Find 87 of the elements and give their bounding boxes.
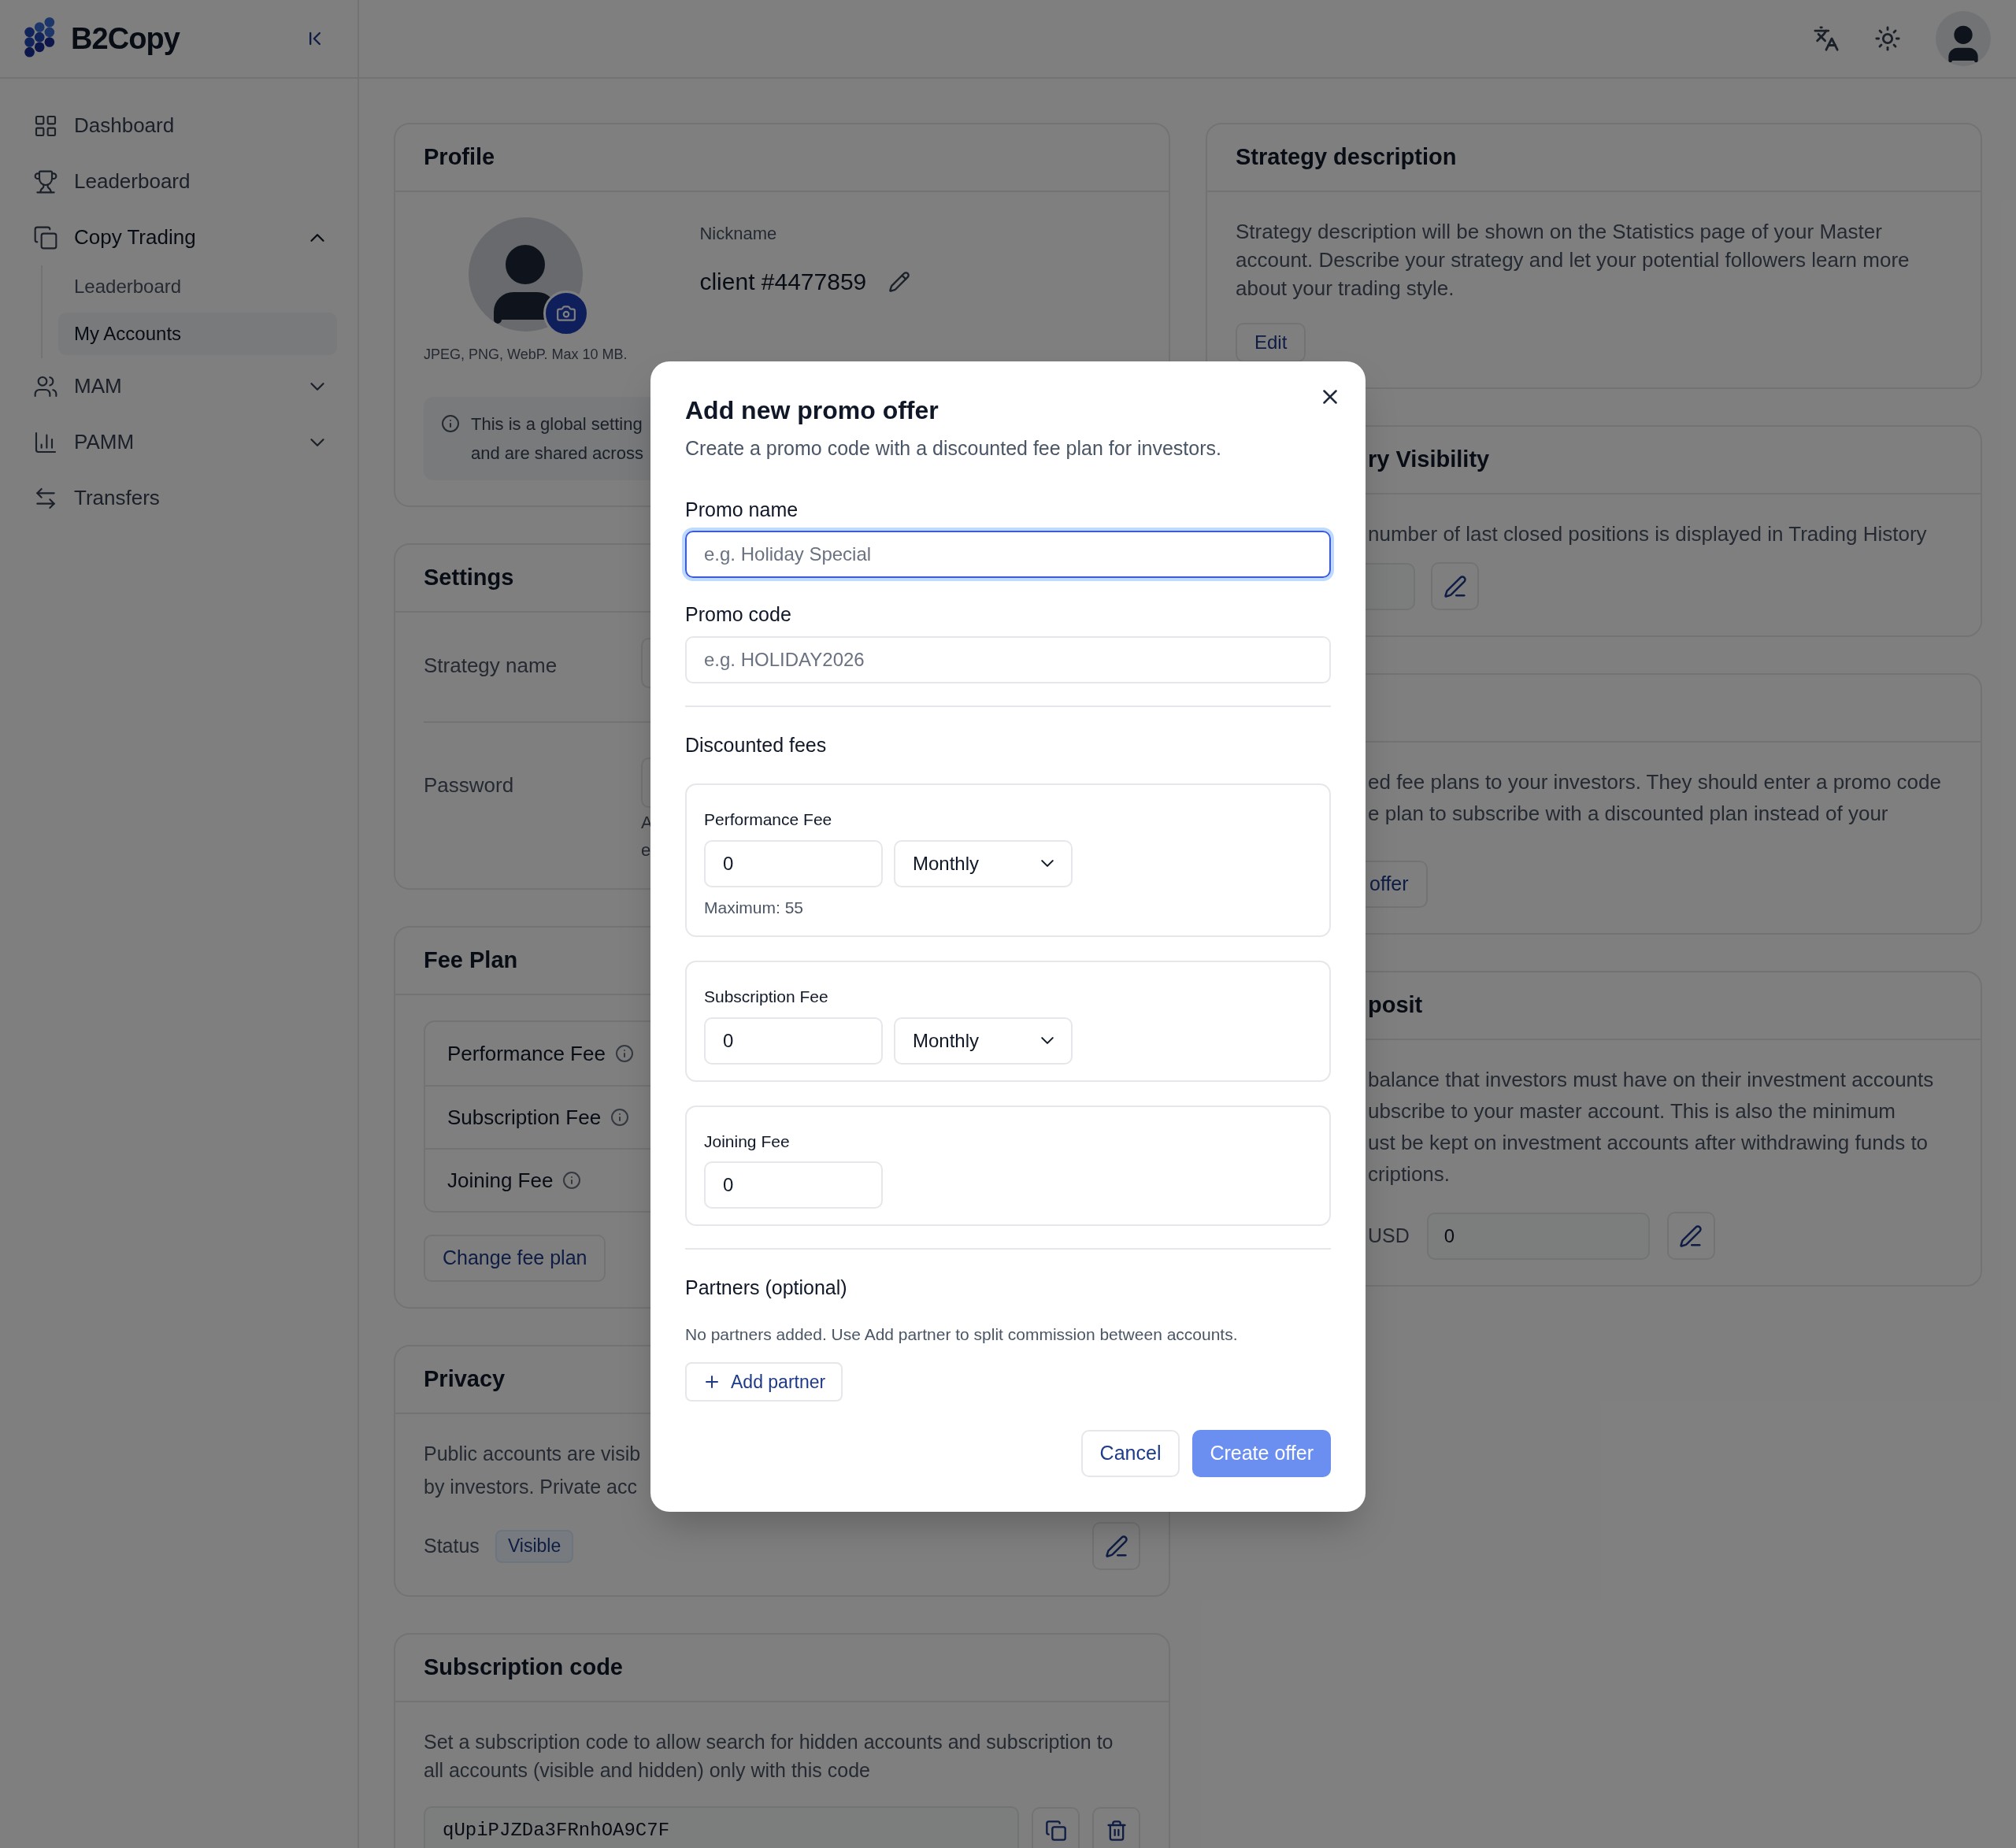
period-select[interactable]: Monthly — [894, 839, 1073, 887]
edit-button[interactable]: Edit — [1236, 323, 1306, 362]
card-title: Settings — [424, 564, 514, 592]
sun-icon[interactable] — [1874, 25, 1901, 52]
status-label: Status — [424, 1533, 480, 1558]
logo-text: B2Copy — [71, 20, 180, 57]
number-field[interactable]: 0 — [704, 1161, 883, 1209]
fee-label: Subscription Fee — [704, 987, 829, 1007]
number-field[interactable]: 0 — [704, 839, 883, 887]
field-label: Promo name — [685, 497, 799, 522]
edit-button[interactable] — [1431, 562, 1479, 610]
card-title: Subscription code — [424, 1654, 623, 1682]
copy-button[interactable] — [1032, 1806, 1080, 1848]
change-fee-plan-button[interactable]: Change fee plan — [424, 1235, 606, 1282]
card-title: posit — [1367, 991, 1423, 1020]
nav-item[interactable]: Dashboard — [20, 98, 337, 154]
field-label: Promo code — [685, 602, 792, 627]
camera-icon — [555, 303, 576, 324]
copy-icon — [1044, 1820, 1067, 1842]
file-hint: JPEG, PNG, WebP. Max 10 MB. — [424, 346, 628, 364]
pen-icon — [1104, 1534, 1128, 1558]
card-title: Fee Plan — [424, 946, 518, 975]
dialog-title: Add new promo offer — [685, 395, 939, 426]
card-title: Strategy description — [1236, 143, 1457, 172]
partners-text: No partners added. Use Add partner to split commission between accounts. — [685, 1324, 1239, 1345]
field-label: Password — [424, 772, 515, 798]
dialog-subtitle: Create a promo code with a discounted fee plan for investors. — [685, 436, 1222, 461]
section-title: Partners (optional) — [685, 1276, 848, 1300]
fee-label: Joining Fee — [704, 1131, 791, 1152]
field-label: Strategy name — [424, 653, 558, 679]
notice-text: This is a global setting — [471, 413, 643, 435]
nav-item[interactable]: Leaderboard — [20, 154, 337, 209]
description-text: criptions. — [1368, 1161, 1451, 1187]
trash-icon — [1105, 1820, 1128, 1842]
privacy-text: Public accounts are visib — [424, 1442, 641, 1466]
edit-button[interactable] — [1092, 1522, 1140, 1570]
nav-item[interactable]: Transfers — [20, 470, 337, 526]
info-icon — [614, 1044, 634, 1063]
currency-label: USD — [1368, 1223, 1410, 1248]
fee-label: Performance Fee — [704, 809, 833, 830]
fee-label: Performance Fee — [447, 1040, 606, 1067]
status-badge: Visible — [495, 1529, 574, 1563]
description-text: ubscribe to your master account. This is also the minimum — [1368, 1098, 1896, 1124]
description-text: Set a subscription code to allow search for hidden accounts and subscription to all accounts (visible and hidden) only with this code — [424, 1730, 1114, 1783]
nickname: client #4477859 — [699, 268, 867, 296]
section-title: Discounted fees — [685, 732, 828, 757]
description-text: number of last closed positions is displayed in Trading History — [1368, 522, 1927, 546]
nav-item[interactable]: Copy Trading — [20, 209, 337, 265]
pen-icon — [1679, 1224, 1703, 1248]
trophy-icon — [33, 169, 58, 194]
fee-label: Subscription Fee — [447, 1104, 602, 1131]
period-select[interactable]: Monthly — [894, 1017, 1073, 1065]
info-icon — [441, 414, 460, 433]
nav-item[interactable]: PAMM — [20, 414, 337, 470]
chevron-down-icon — [1041, 860, 1054, 867]
fee-hint: Maximum: 55 — [704, 897, 805, 918]
chevron-down-icon — [1041, 1037, 1054, 1044]
description-text: e plan to subscribe with a discounted plan instead of your — [1368, 801, 1889, 827]
nav-subitem[interactable]: My Accounts — [58, 313, 337, 355]
description-text: Strategy description will be shown on the Statistics page of your Master account. Describe your strategy and let your potential followers learn more about your trading style. — [1236, 219, 1910, 302]
copy-icon — [33, 224, 58, 250]
fee-label: Joining Fee — [447, 1167, 554, 1194]
add-partner-button[interactable]: Add partner — [685, 1362, 843, 1402]
info-icon — [562, 1171, 582, 1190]
pencil-icon[interactable] — [888, 270, 911, 293]
translate-icon[interactable] — [1813, 25, 1840, 52]
card-title: ry Visibility — [1367, 446, 1490, 474]
card-title: Privacy — [424, 1365, 506, 1394]
code-field[interactable]: qUpiPJZDa3FRnhOA9C7F — [424, 1806, 1019, 1848]
amount-field[interactable]: 0 — [1426, 1212, 1650, 1260]
description-text: ust be kept on investment accounts after withdrawing funds to — [1368, 1130, 1929, 1156]
nav-item[interactable]: MAM — [20, 358, 337, 414]
card-title: Profile — [424, 143, 495, 172]
pen-icon — [1443, 574, 1467, 598]
cancel-button[interactable]: Cancel — [1080, 1430, 1180, 1477]
description-text: balance that investors must have on their investment accounts — [1368, 1067, 1935, 1093]
edit-button[interactable] — [1666, 1212, 1715, 1260]
delete-button[interactable] — [1092, 1806, 1140, 1848]
field-hint: e — [641, 839, 652, 861]
info-icon — [610, 1108, 630, 1127]
nav-subitem[interactable]: Leaderboard — [58, 265, 337, 308]
field-label: Nickname — [699, 223, 778, 245]
privacy-text: by investors. Private acc — [424, 1474, 637, 1499]
notice-text: and are shared across — [471, 443, 643, 465]
number-field[interactable]: 0 — [704, 1017, 883, 1065]
create-button[interactable]: Create offer — [1192, 1430, 1331, 1477]
description-text: ed fee plans to your investors. They should enter a promo code — [1368, 769, 1942, 795]
